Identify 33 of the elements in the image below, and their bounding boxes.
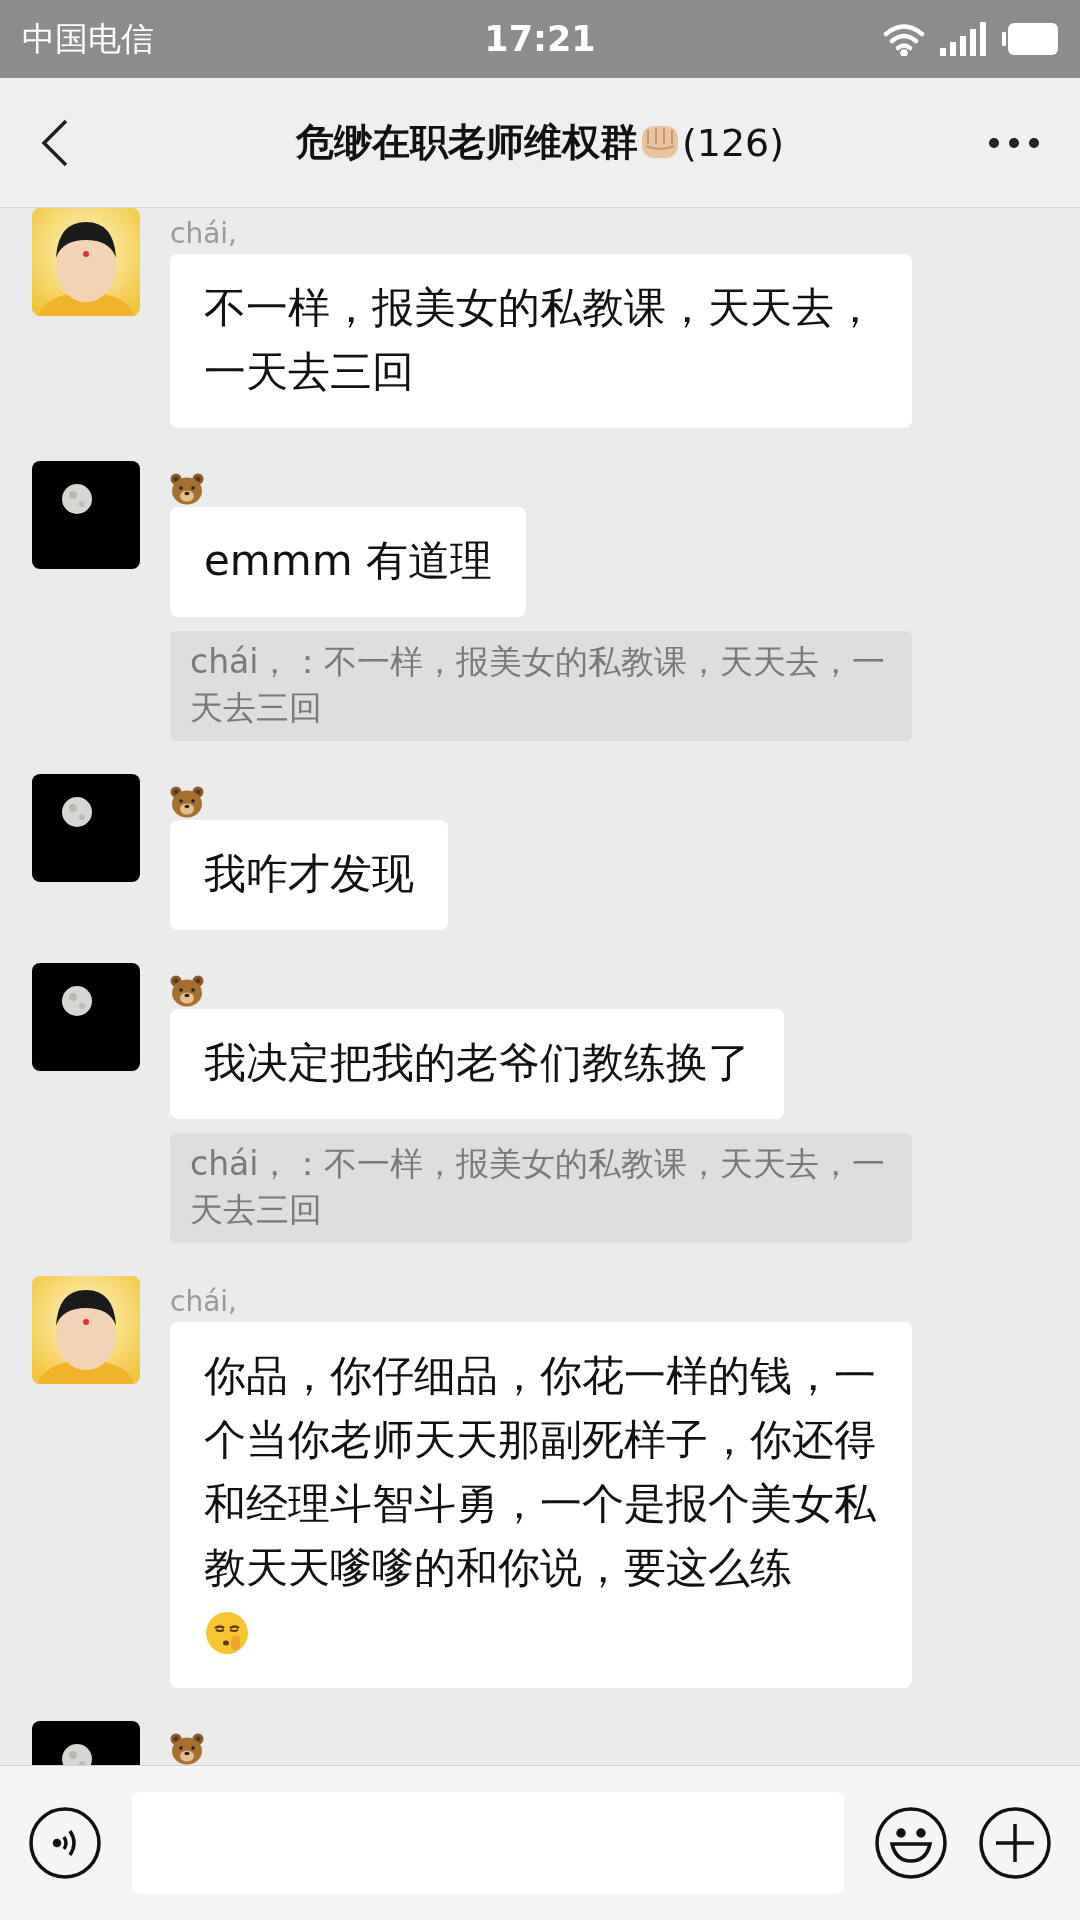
add-icon[interactable]: [978, 1806, 1052, 1880]
avatar[interactable]: [32, 963, 140, 1071]
member-count: (126): [681, 120, 785, 165]
bear-icon: [170, 975, 204, 1007]
avatar[interactable]: [32, 774, 140, 882]
bear-icon: [170, 473, 204, 505]
clock-time: 17:21: [484, 19, 596, 59]
bear-icon: [170, 786, 204, 818]
message-bubble[interactable]: 不一样，报美女的私教课，天天去，一天去三回: [170, 254, 912, 428]
message-bubble[interactable]: 我决定把我的老爷们教练换了: [170, 1009, 784, 1119]
emoji-icon[interactable]: [874, 1806, 948, 1880]
back-icon[interactable]: [40, 117, 70, 168]
bear-icon: [170, 1733, 204, 1765]
carrier-name: 中国电信: [22, 17, 154, 60]
message-text: emmm 有道理: [204, 536, 492, 585]
avatar[interactable]: [32, 1276, 140, 1384]
avatar[interactable]: [32, 208, 140, 316]
message-text: 我咋才发现: [204, 849, 414, 898]
wifi-icon: [882, 22, 926, 56]
avatar[interactable]: [32, 461, 140, 569]
sender-name: chái,: [170, 217, 237, 250]
sender-name: chái,: [170, 1285, 237, 1318]
voice-icon[interactable]: [28, 1806, 102, 1880]
message-bubble[interactable]: 你品，你仔细品，你花一样的钱，一个当你老师天天那副死样子，你还得和经理斗智斗勇，一个是报个美女私教天天嗲嗲的和你说，要这么练: [170, 1322, 912, 1688]
message-bubble[interactable]: emmm 有道理: [170, 507, 526, 617]
message-bubble[interactable]: 我咋才发现: [170, 820, 448, 930]
message-text: 不一样，报美女的私教课，天天去，一天去三回: [204, 283, 876, 396]
chat-title: 危缈在职老师维权群: [295, 119, 638, 166]
signal-icon: [940, 22, 988, 56]
message-text: 我决定把我的老爷们教练换了: [204, 1038, 750, 1087]
message-text: 你品，你仔细品，你花一样的钱，一个当你老师天天那副死样子，你还得和经理斗智斗勇，一个是报个美女私教天天嗲嗲的和你说，要这么练: [204, 1350, 877, 1594]
battery-icon: [1002, 22, 1058, 56]
more-icon[interactable]: [988, 136, 1040, 149]
